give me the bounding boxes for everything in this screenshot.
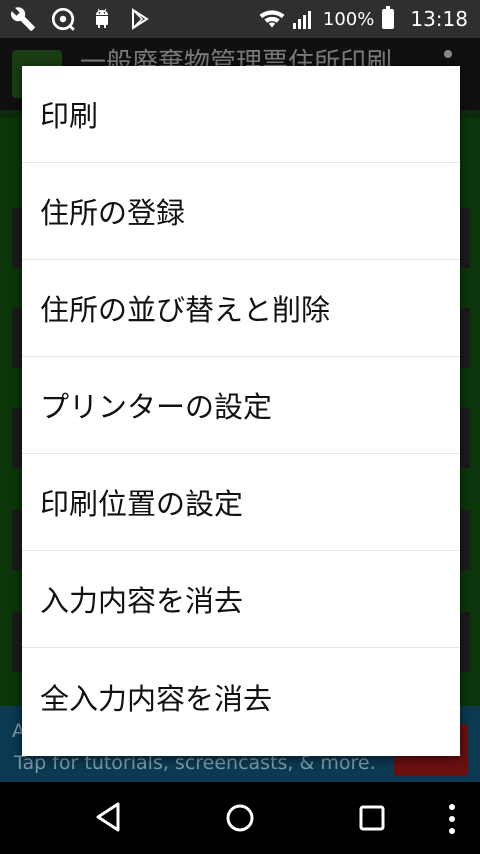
status-bar: 100% 13:18 bbox=[0, 0, 480, 38]
menu-item-label: 住所の並び替えと削除 bbox=[40, 293, 331, 327]
menu-item-clear-all-input[interactable]: 全入力内容を消去 bbox=[22, 648, 460, 745]
menu-item-sort-delete-address[interactable]: 住所の並び替えと削除 bbox=[22, 260, 460, 357]
menu-item-label: 印刷位置の設定 bbox=[40, 487, 244, 521]
wrench-icon bbox=[10, 6, 36, 32]
menu-item-print-position-settings[interactable]: 印刷位置の設定 bbox=[22, 454, 460, 551]
menu-item-print[interactable]: 印刷 bbox=[22, 66, 460, 163]
battery-percent: 100% bbox=[322, 8, 375, 30]
navigation-bar bbox=[0, 782, 480, 854]
menu-item-label: 印刷 bbox=[40, 99, 99, 133]
recents-icon[interactable] bbox=[358, 804, 386, 832]
menu-item-label: プリンターの設定 bbox=[40, 390, 273, 424]
options-menu-dialog: 印刷 住所の登録 住所の並び替えと削除 プリンターの設定 印刷位置の設定 入力内… bbox=[22, 66, 460, 756]
menu-item-label: 全入力内容を消去 bbox=[40, 681, 273, 716]
menu-item-label: 入力内容を消去 bbox=[40, 584, 244, 618]
signal-icon bbox=[292, 9, 315, 29]
wifi-icon bbox=[259, 8, 285, 30]
overflow-menu-icon[interactable] bbox=[444, 50, 452, 58]
sync-icon bbox=[50, 6, 76, 32]
menu-item-register-address[interactable]: 住所の登録 bbox=[22, 163, 460, 260]
more-vert-icon[interactable] bbox=[446, 802, 458, 836]
battery-icon bbox=[382, 6, 395, 29]
home-icon[interactable] bbox=[224, 802, 256, 834]
system-icons: 100% 13:18 bbox=[259, 0, 468, 38]
android-icon bbox=[90, 6, 114, 32]
clock: 13:18 bbox=[410, 7, 468, 31]
menu-item-label: 住所の登録 bbox=[40, 196, 186, 230]
menu-item-clear-input[interactable]: 入力内容を消去 bbox=[22, 551, 460, 648]
menu-item-printer-settings[interactable]: プリンターの設定 bbox=[22, 357, 460, 454]
back-icon[interactable] bbox=[92, 800, 124, 834]
notification-icons bbox=[10, 6, 152, 32]
play-store-icon bbox=[128, 6, 152, 32]
